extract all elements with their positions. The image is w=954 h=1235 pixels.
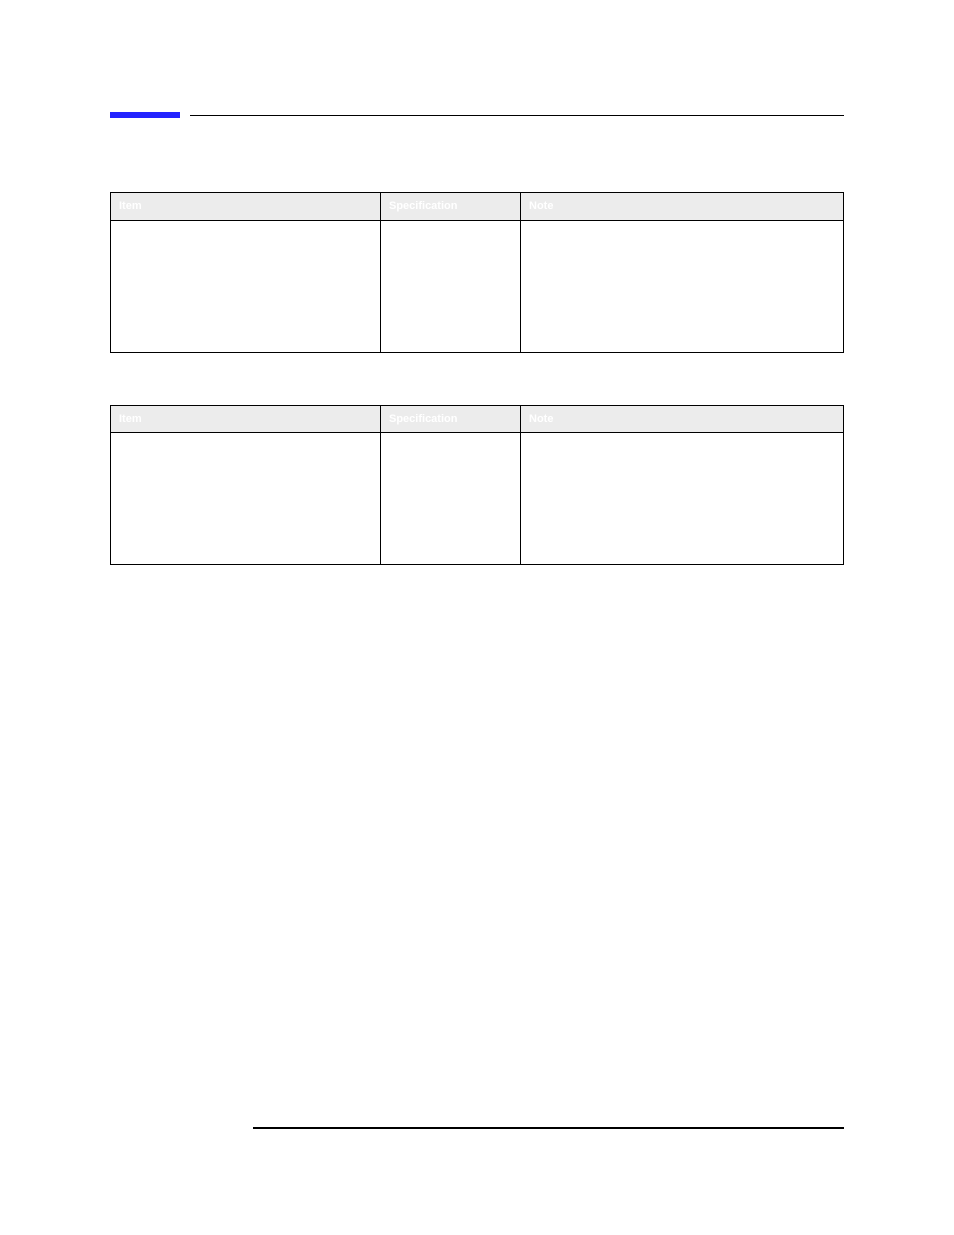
- footer-right: Page A-3: [799, 1137, 844, 1152]
- header-left: Appendix A: [110, 124, 178, 140]
- col-item: Item: [111, 405, 381, 433]
- header-divider: [110, 112, 844, 118]
- table-header-row: Item Specification Note: [111, 193, 844, 221]
- col-spec: Specification: [381, 405, 521, 433]
- cell-item: Dimensions - HeightDimensions - WidthDim…: [111, 220, 381, 352]
- footer-rule: [253, 1127, 844, 1129]
- col-note: Note: [521, 405, 844, 433]
- cell-item: Dimensions - HeightDimensions - WidthDim…: [111, 433, 381, 565]
- table-title: Table A-4. CPX2500 Gateway Controller: [110, 170, 844, 184]
- page: Appendix A Physical Specifications Table…: [110, 112, 844, 565]
- header-accent-bar: [110, 112, 180, 118]
- table-row: Dimensions - HeightDimensions - WidthDim…: [111, 220, 844, 352]
- cell-note: 6 RU in standard electronics rackStandar…: [521, 433, 844, 565]
- col-note: Note: [521, 193, 844, 221]
- cell-spec: 10.5 in. (26.67 cm.)19 in. (48.26 cm.)19…: [381, 433, 521, 565]
- spec-table-gateway: Item Specification Note Dimensions - Hei…: [110, 192, 844, 353]
- table-header-row: Item Specification Note: [111, 405, 844, 433]
- page-footer: Zandar CPX2500 ControlCenter User Manual…: [253, 1127, 844, 1152]
- table-row: Dimensions - HeightDimensions - WidthDim…: [111, 433, 844, 565]
- spec-table-frame: Item Specification Note Dimensions - Hei…: [110, 405, 844, 566]
- col-spec: Specification: [381, 193, 521, 221]
- header-right: Physical Specifications: [711, 124, 844, 140]
- cell-note: One slot in ControlCenter frame At 120VA…: [521, 220, 844, 352]
- col-item: Item: [111, 193, 381, 221]
- table-title: Table A-5. CPX2500 ControlCenter System …: [110, 383, 844, 397]
- footer-left: Zandar CPX2500 ControlCenter User Manual: [253, 1137, 477, 1152]
- page-header: Appendix A Physical Specifications: [110, 124, 844, 140]
- cell-spec: 10.5 in. (26.67 cm.)17.5 in. (44.45 cm.)…: [381, 220, 521, 352]
